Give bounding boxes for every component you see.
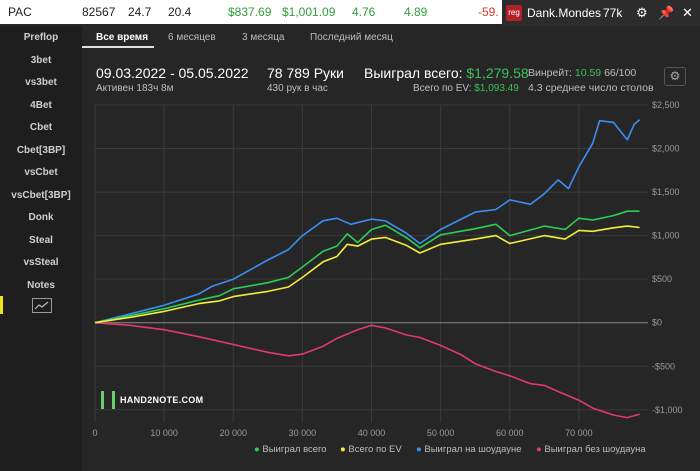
- series-line-showdown: [94, 119, 641, 324]
- x-tick-label: 0: [92, 428, 97, 438]
- x-tick-label: 30 000: [289, 428, 317, 438]
- legend-won-label: Выиграл всего: [262, 444, 327, 455]
- legend-nonshowdown-label: Выиграл без шоудауна: [544, 444, 646, 455]
- logo-text: HAND2NOTE.COM: [120, 395, 204, 405]
- legend-showdown[interactable]: ● Выиграл на шоудауне: [416, 444, 521, 455]
- legend-nonshowdown-dot: ●: [536, 444, 542, 455]
- y-tick-label: $500: [652, 274, 672, 284]
- hand2note-logo: HAND2NOTE.COM: [101, 391, 204, 409]
- logo-mark-icon: [101, 391, 115, 409]
- legend-ev-dot: ●: [340, 444, 346, 455]
- legend-showdown-dot: ●: [416, 444, 422, 455]
- legend-nonshowdown[interactable]: ● Выиграл без шоудауна: [536, 444, 646, 455]
- legend-ev-label: Всего по EV: [348, 444, 402, 455]
- x-tick-label: 20 000: [219, 428, 247, 438]
- x-tick-label: 50 000: [427, 428, 455, 438]
- y-tick-label: -$1,000: [652, 405, 683, 415]
- y-tick-label: $0: [652, 318, 662, 328]
- y-tick-label: $2,000: [652, 144, 680, 154]
- x-tick-label: 10 000: [150, 428, 178, 438]
- y-tick-label: $2,500: [652, 100, 680, 110]
- x-tick-label: 70 000: [565, 428, 593, 438]
- legend-ev[interactable]: ● Всего по EV: [340, 444, 402, 455]
- x-tick-label: 40 000: [358, 428, 386, 438]
- legend-won-dot: ●: [254, 444, 260, 455]
- y-tick-label: $1,500: [652, 187, 680, 197]
- legend-showdown-label: Выиграл на шоудауне: [424, 444, 522, 455]
- y-tick-label: $1,000: [652, 231, 680, 241]
- y-tick-label: -$500: [652, 361, 675, 371]
- series-line-won: [94, 210, 640, 324]
- x-tick-label: 60 000: [496, 428, 524, 438]
- legend-won[interactable]: ● Выиграл всего: [254, 444, 327, 455]
- series-line-ev: [94, 225, 640, 324]
